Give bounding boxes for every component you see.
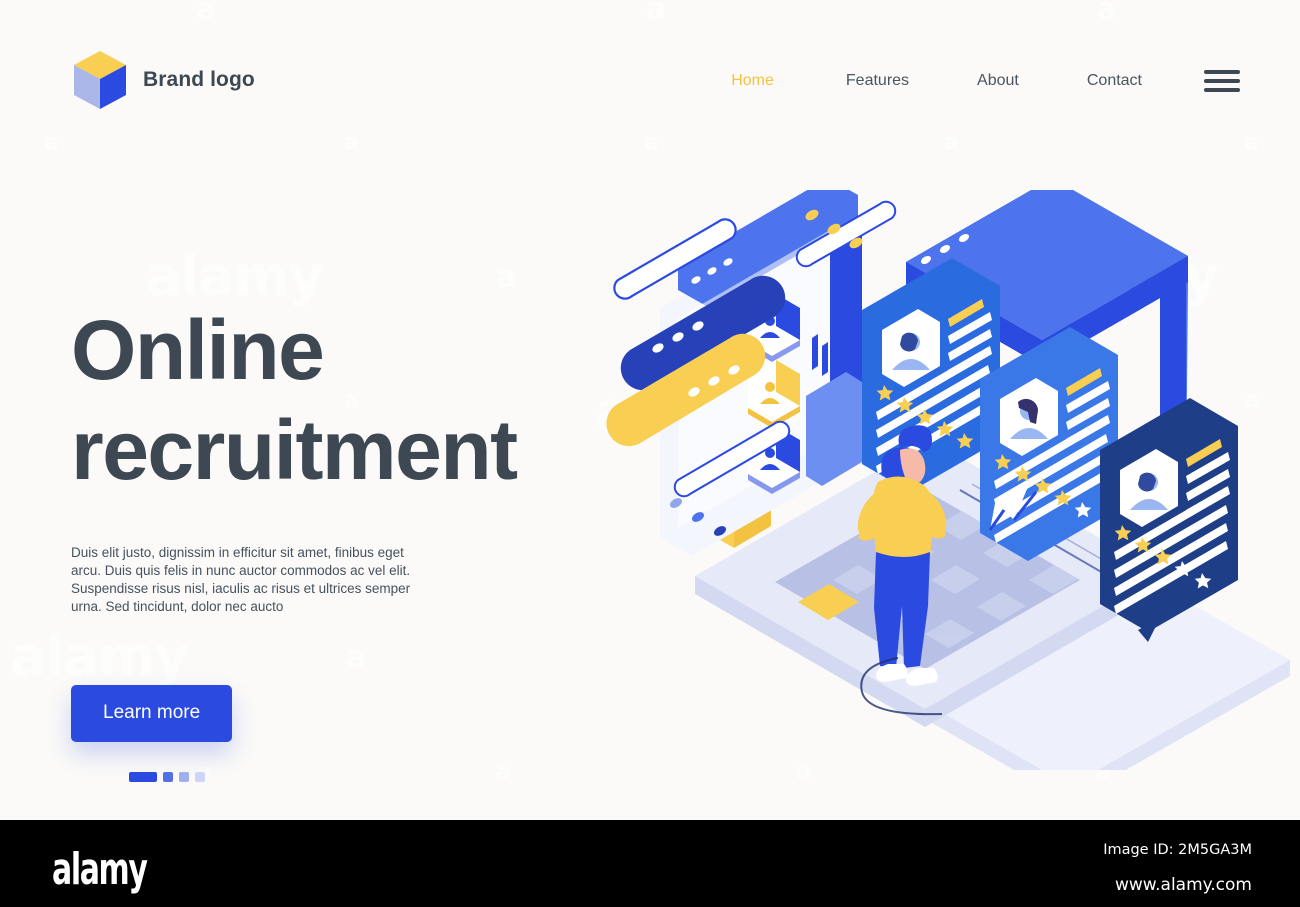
page-title: Online recruitment: [71, 300, 541, 500]
brand-name: Brand logo: [143, 68, 255, 91]
learn-more-button[interactable]: Learn more: [71, 685, 233, 742]
online-recruitment-isometric-illustration: [600, 190, 1290, 770]
hamburger-bar: [1204, 79, 1240, 83]
hamburger-menu-icon[interactable]: [1204, 70, 1240, 92]
hamburger-bar: [1204, 70, 1240, 74]
carousel-dot[interactable]: [179, 772, 189, 782]
watermark-text: a: [346, 640, 366, 675]
carousel-dot[interactable]: [195, 772, 205, 782]
headline-line-1: Online: [71, 303, 325, 397]
hero-paragraph: Duis elit justo, dignissim in efficitur …: [71, 545, 411, 614]
page-root: aaaaaaaaalamyalamyaaaaaalamyalamyalamyaa…: [0, 0, 1300, 907]
nav-item-contact[interactable]: Contact: [1087, 66, 1142, 96]
resume-card: [862, 258, 1000, 492]
hero-copy: Online recruitment Duis elit justo, dign…: [71, 300, 541, 782]
watermark-text: a: [496, 260, 516, 295]
carousel-indicators: [129, 772, 205, 782]
headline-line-2: recruitment: [71, 403, 518, 497]
hero-section: aaaaaaaaalamyalamyaaaaaalamyalamyalamyaa…: [0, 0, 1300, 820]
main-navigation: Home Features About Contact: [731, 66, 1240, 96]
watermark-text: a: [496, 760, 511, 785]
carousel-dot[interactable]: [163, 772, 173, 782]
alamy-url: www.alamy.com: [1114, 875, 1252, 895]
carousel-dot-active[interactable]: [129, 772, 157, 782]
cube-logo-icon: [71, 49, 129, 111]
brand-logo[interactable]: Brand logo: [71, 49, 255, 111]
nav-item-home[interactable]: Home: [731, 66, 774, 96]
hamburger-bar: [1204, 88, 1240, 92]
image-id-label: Image ID: 2M5GA3M: [1103, 842, 1252, 858]
nav-item-about[interactable]: About: [977, 66, 1019, 96]
watermark-text: alamy: [10, 625, 189, 688]
watermark-text: alamy: [145, 245, 324, 308]
alamy-logo: alamy: [52, 844, 148, 895]
nav-item-features[interactable]: Features: [846, 66, 909, 96]
alamy-footer-bar: alamy Image ID: 2M5GA3M www.alamy.com: [0, 820, 1300, 907]
site-header: Brand logo Home Features About Contact: [0, 0, 1300, 160]
